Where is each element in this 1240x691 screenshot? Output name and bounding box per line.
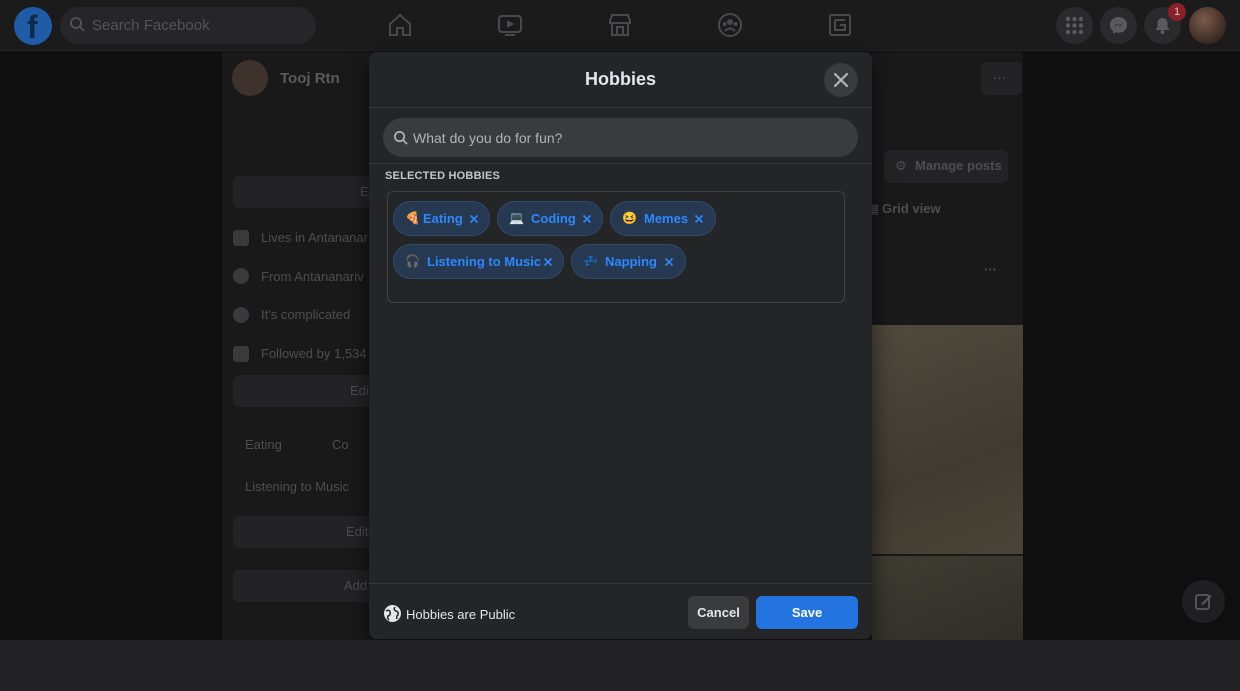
selected-hobbies-label: SELECTED HOBBIES xyxy=(385,170,501,182)
edit-bio-label: E xyxy=(360,184,369,199)
messenger-icon xyxy=(1110,17,1127,34)
more-dots-icon: ··· xyxy=(993,70,1006,85)
messenger-button[interactable] xyxy=(1100,7,1137,44)
gear-icon: ⚙ xyxy=(895,158,907,173)
home-icon[interactable] xyxy=(387,12,413,38)
search-icon xyxy=(70,17,85,32)
hobby-chip-napping[interactable]: 💤 Napping xyxy=(571,244,686,279)
search-icon xyxy=(394,131,408,145)
hobbies-dialog: Hobbies SELECTED HOBBIES 🍕 Eating 💻 Codi… xyxy=(369,52,872,639)
headphones-icon: 🎧 xyxy=(405,254,420,268)
globe-icon xyxy=(384,605,401,622)
hobby-preview-music: Listening to Music xyxy=(245,479,350,494)
pizza-icon: 🍕 xyxy=(405,211,420,225)
notification-count-badge: 1 xyxy=(1168,3,1186,21)
profile-avatar xyxy=(232,60,268,96)
add-featured-label: Add xyxy=(344,578,368,593)
bell-icon xyxy=(1155,18,1170,34)
remove-icon[interactable] xyxy=(693,213,705,225)
post-photo-2[interactable] xyxy=(872,556,1023,640)
hobby-search-field[interactable] xyxy=(383,118,858,157)
watch-icon[interactable] xyxy=(497,12,523,38)
facebook-search[interactable]: Search Facebook xyxy=(60,7,316,44)
save-button[interactable]: Save xyxy=(756,596,858,629)
hobby-chip-label: Memes xyxy=(644,211,689,226)
compose-icon xyxy=(1195,594,1212,610)
hobby-search-input[interactable] xyxy=(413,118,843,157)
search-placeholder: Search Facebook xyxy=(92,17,210,34)
hobby-chip-memes[interactable]: 😆 Memes xyxy=(610,201,716,236)
profile-name: Tooj Rtn xyxy=(280,70,340,87)
privacy-label: Hobbies are Public xyxy=(406,607,516,622)
edit-hobbies-label: Edit xyxy=(346,524,369,539)
from-text: From Antananariv xyxy=(261,269,364,284)
page-backdrop: f Search Facebook 1 Tooj Rtn ··· E Lives… xyxy=(0,0,1240,640)
footer-divider xyxy=(369,583,872,584)
dialog-header: Hobbies xyxy=(369,52,872,108)
close-icon xyxy=(833,72,849,88)
home-icon xyxy=(233,230,249,246)
hobby-preview-eating: Eating xyxy=(245,437,282,452)
remove-icon[interactable] xyxy=(663,256,675,268)
edit-bio-button[interactable] xyxy=(233,176,373,208)
remove-icon[interactable] xyxy=(542,256,554,268)
taskbar-strip xyxy=(0,640,1240,691)
gaming-icon[interactable] xyxy=(827,12,853,38)
post-options-icon[interactable]: ··· xyxy=(984,262,997,277)
new-message-button[interactable] xyxy=(1182,580,1225,623)
dialog-title: Hobbies xyxy=(584,69,656,89)
location-pin-icon xyxy=(233,268,249,284)
heart-icon xyxy=(233,307,249,323)
close-button[interactable] xyxy=(824,63,858,97)
remove-icon[interactable] xyxy=(468,213,480,225)
cancel-button[interactable]: Cancel xyxy=(688,596,749,629)
menu-button[interactable] xyxy=(1056,7,1093,44)
account-avatar[interactable] xyxy=(1189,7,1226,44)
manage-posts-label: Manage posts xyxy=(915,158,1002,173)
edit-details-label: Edi xyxy=(350,383,369,398)
hobby-chip-label: Coding xyxy=(531,211,576,226)
laughing-face-icon: 😆 xyxy=(622,211,637,225)
top-navigation-bar: f Search Facebook 1 xyxy=(0,0,1240,51)
groups-icon[interactable] xyxy=(717,12,743,38)
selected-hobbies-box: 🍕 Eating 💻 Coding 😆 Memes 🎧 Listening to… xyxy=(387,191,845,303)
zzz-icon: 💤 xyxy=(583,254,598,268)
hobby-chip-label: Listening to Music xyxy=(427,254,542,269)
remove-icon[interactable] xyxy=(581,213,593,225)
grid-menu-icon xyxy=(1065,16,1084,35)
hobby-chip-eating[interactable]: 🍕 Eating xyxy=(393,201,490,236)
hobby-chip-label: Eating xyxy=(423,211,463,226)
hobby-preview-coding: Co xyxy=(332,437,349,452)
relationship-text: It's complicated xyxy=(261,307,351,322)
post-photo[interactable] xyxy=(872,325,1023,554)
laptop-icon: 💻 xyxy=(509,211,524,225)
hobby-chip-listening-to-music[interactable]: 🎧 Listening to Music xyxy=(393,244,564,279)
facebook-logo[interactable]: f xyxy=(14,7,52,45)
rss-icon xyxy=(233,346,249,362)
hobby-chip-label: Napping xyxy=(605,254,657,269)
lives-in-text: Lives in Antananar xyxy=(261,230,368,245)
marketplace-icon[interactable] xyxy=(607,12,633,38)
hobby-chip-coding[interactable]: 💻 Coding xyxy=(497,201,603,236)
section-divider xyxy=(369,163,872,164)
grid-view-tab[interactable]: Grid view xyxy=(882,201,941,216)
followed-by-text: Followed by 1,534 xyxy=(261,346,367,361)
